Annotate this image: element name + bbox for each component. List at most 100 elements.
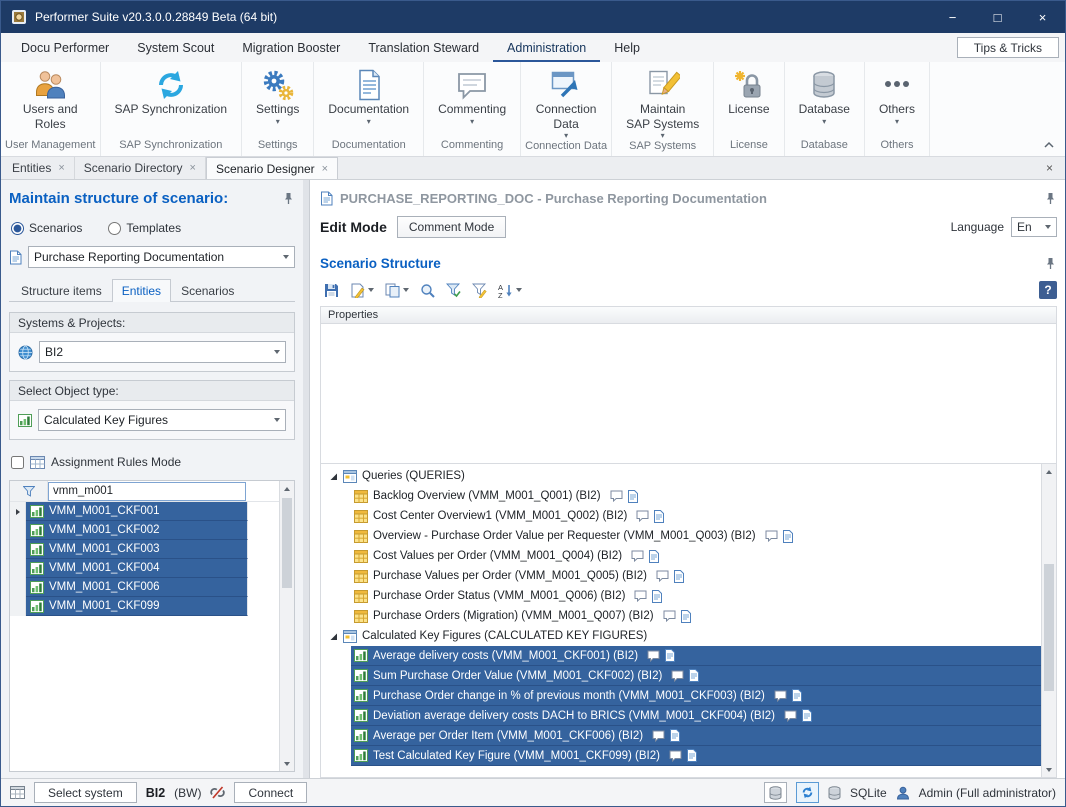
- pin-icon[interactable]: [1043, 192, 1057, 205]
- document-icon[interactable]: [654, 510, 664, 523]
- menu-tab-help[interactable]: Help: [600, 33, 654, 62]
- comment-icon[interactable]: [647, 650, 660, 662]
- toolbar-copy-structure-button[interactable]: [381, 279, 413, 301]
- document-icon[interactable]: [665, 649, 675, 662]
- comment-icon[interactable]: [631, 550, 644, 562]
- toolbar-sort-button[interactable]: AZ: [494, 279, 526, 301]
- tree-item[interactable]: Backlog Overview (VMM_M001_Q001) (BI2): [351, 486, 1041, 506]
- scroll-down-icon[interactable]: [280, 756, 294, 771]
- tree-item[interactable]: Cost Center Overview1 (VMM_M001_Q002) (B…: [351, 506, 1041, 526]
- toolbar-validate-button[interactable]: [468, 279, 491, 301]
- ribbon-button-settings[interactable]: Settings▾: [246, 65, 309, 139]
- close-icon[interactable]: ×: [190, 162, 196, 174]
- tree-item[interactable]: Cost Values per Order (VMM_M001_Q004) (B…: [351, 546, 1041, 566]
- close-icon[interactable]: ×: [58, 162, 64, 174]
- tree-item[interactable]: Purchase Values per Order (VMM_M001_Q005…: [351, 566, 1041, 586]
- ribbon-button-license[interactable]: License: [718, 65, 779, 139]
- radio-input-scenarios[interactable]: [11, 222, 24, 235]
- menu-tab-migration-booster[interactable]: Migration Booster: [228, 33, 354, 62]
- toolbar-zoom-button[interactable]: [416, 279, 439, 301]
- comment-icon[interactable]: [671, 670, 684, 682]
- comment-icon[interactable]: [656, 570, 669, 582]
- tab-bar-close-icon[interactable]: ×: [1034, 157, 1065, 179]
- ribbon-button-sap-systems[interactable]: Maintain SAP Systems▾: [616, 65, 709, 140]
- radio-templates[interactable]: Templates: [108, 221, 181, 235]
- scroll-up-icon[interactable]: [280, 481, 294, 496]
- ribbon-button-connection-data[interactable]: Connection Data▾: [525, 65, 607, 140]
- tree-scrollbar[interactable]: [1041, 464, 1056, 777]
- document-icon[interactable]: [652, 590, 662, 603]
- menu-tab-docu-performer[interactable]: Docu Performer: [7, 33, 123, 62]
- pin-icon[interactable]: [281, 192, 295, 205]
- tree-item[interactable]: Average per Order Item (VMM_M001_CKF006)…: [351, 726, 1041, 746]
- tips-tricks-button[interactable]: Tips & Tricks: [957, 37, 1059, 58]
- ribbon-button-database[interactable]: Database▾: [789, 65, 860, 139]
- document-icon[interactable]: [674, 570, 684, 583]
- document-icon[interactable]: [783, 530, 793, 543]
- toolbar-filter-button[interactable]: [442, 279, 465, 301]
- language-select[interactable]: En: [1011, 217, 1057, 237]
- tab-scenarios[interactable]: Scenarios: [171, 279, 244, 302]
- ribbon-button-user-management[interactable]: Users and Roles: [5, 65, 96, 139]
- comment-icon[interactable]: [663, 610, 676, 622]
- grid-row[interactable]: VMM_M001_CKF004: [10, 559, 279, 578]
- scroll-down-icon[interactable]: [1042, 762, 1056, 777]
- tree-item[interactable]: Test Calculated Key Figure (VMM_M001_CKF…: [351, 746, 1041, 766]
- toolbar-save-button[interactable]: [320, 279, 343, 301]
- doc-tab-scenario-directory[interactable]: Scenario Directory×: [75, 157, 206, 179]
- comment-icon[interactable]: [669, 750, 682, 762]
- doc-tab-entities[interactable]: Entities×: [3, 157, 75, 179]
- comment-icon[interactable]: [636, 510, 649, 522]
- comment-icon[interactable]: [610, 490, 623, 502]
- database-status-button[interactable]: [764, 782, 787, 803]
- tree-item[interactable]: Purchase Order Status (VMM_M001_Q006) (B…: [351, 586, 1041, 606]
- document-icon[interactable]: [628, 490, 638, 503]
- filter-funnel-icon[interactable]: [10, 481, 48, 501]
- grid-row[interactable]: VMM_M001_CKF001: [10, 502, 279, 521]
- menu-tab-administration[interactable]: Administration: [493, 33, 600, 62]
- toolbar-view-settings-button[interactable]: [346, 279, 378, 301]
- tab-entities[interactable]: Entities: [112, 279, 171, 302]
- pin-icon[interactable]: [1043, 257, 1057, 270]
- document-icon[interactable]: [792, 689, 802, 702]
- document-icon[interactable]: [687, 749, 697, 762]
- connect-button[interactable]: Connect: [234, 782, 307, 803]
- tree-group-row[interactable]: Calculated Key Figures (CALCULATED KEY F…: [321, 626, 1041, 646]
- document-icon[interactable]: [689, 669, 699, 682]
- radio-input-templates[interactable]: [108, 222, 121, 235]
- ribbon-button-documentation[interactable]: Documentation▾: [318, 65, 419, 139]
- ribbon-button-others[interactable]: Others▾: [869, 65, 925, 139]
- grid-scrollbar[interactable]: [279, 481, 294, 771]
- minimize-button[interactable]: −: [930, 1, 975, 33]
- document-icon[interactable]: [681, 610, 691, 623]
- grid-row[interactable]: VMM_M001_CKF006: [10, 578, 279, 597]
- tree-item[interactable]: Average delivery costs (VMM_M001_CKF001)…: [351, 646, 1041, 666]
- close-icon[interactable]: ×: [322, 163, 328, 175]
- document-icon[interactable]: [802, 709, 812, 722]
- tree-item[interactable]: Sum Purchase Order Value (VMM_M001_CKF00…: [351, 666, 1041, 686]
- maximize-button[interactable]: □: [975, 1, 1020, 33]
- close-button[interactable]: ×: [1020, 1, 1065, 33]
- radio-scenarios[interactable]: Scenarios: [11, 221, 82, 235]
- comment-icon[interactable]: [784, 710, 797, 722]
- doc-tab-scenario-designer[interactable]: Scenario Designer×: [206, 157, 338, 179]
- assignment-rules-checkbox[interactable]: [11, 456, 24, 469]
- tree-item[interactable]: Deviation average delivery costs DACH to…: [351, 706, 1041, 726]
- document-icon[interactable]: [670, 729, 680, 742]
- grid-row[interactable]: VMM_M001_CKF002: [10, 521, 279, 540]
- expander-icon[interactable]: [329, 472, 338, 481]
- comment-icon[interactable]: [652, 730, 665, 742]
- tree-group-row[interactable]: Queries (QUERIES): [321, 466, 1041, 486]
- scenario-select[interactable]: Purchase Reporting Documentation: [28, 246, 295, 268]
- expander-icon[interactable]: [329, 632, 338, 641]
- tree-item[interactable]: Purchase Orders (Migration) (VMM_M001_Q0…: [351, 606, 1041, 626]
- document-icon[interactable]: [649, 550, 659, 563]
- grid-filter-input[interactable]: [48, 482, 246, 501]
- ribbon-button-commenting[interactable]: Commenting▾: [428, 65, 516, 139]
- comment-icon[interactable]: [765, 530, 778, 542]
- properties-header[interactable]: Properties: [320, 306, 1057, 324]
- menu-tab-system-scout[interactable]: System Scout: [123, 33, 228, 62]
- grid-row[interactable]: VMM_M001_CKF003: [10, 540, 279, 559]
- help-button[interactable]: ?: [1039, 281, 1057, 299]
- select-system-button[interactable]: Select system: [34, 782, 137, 803]
